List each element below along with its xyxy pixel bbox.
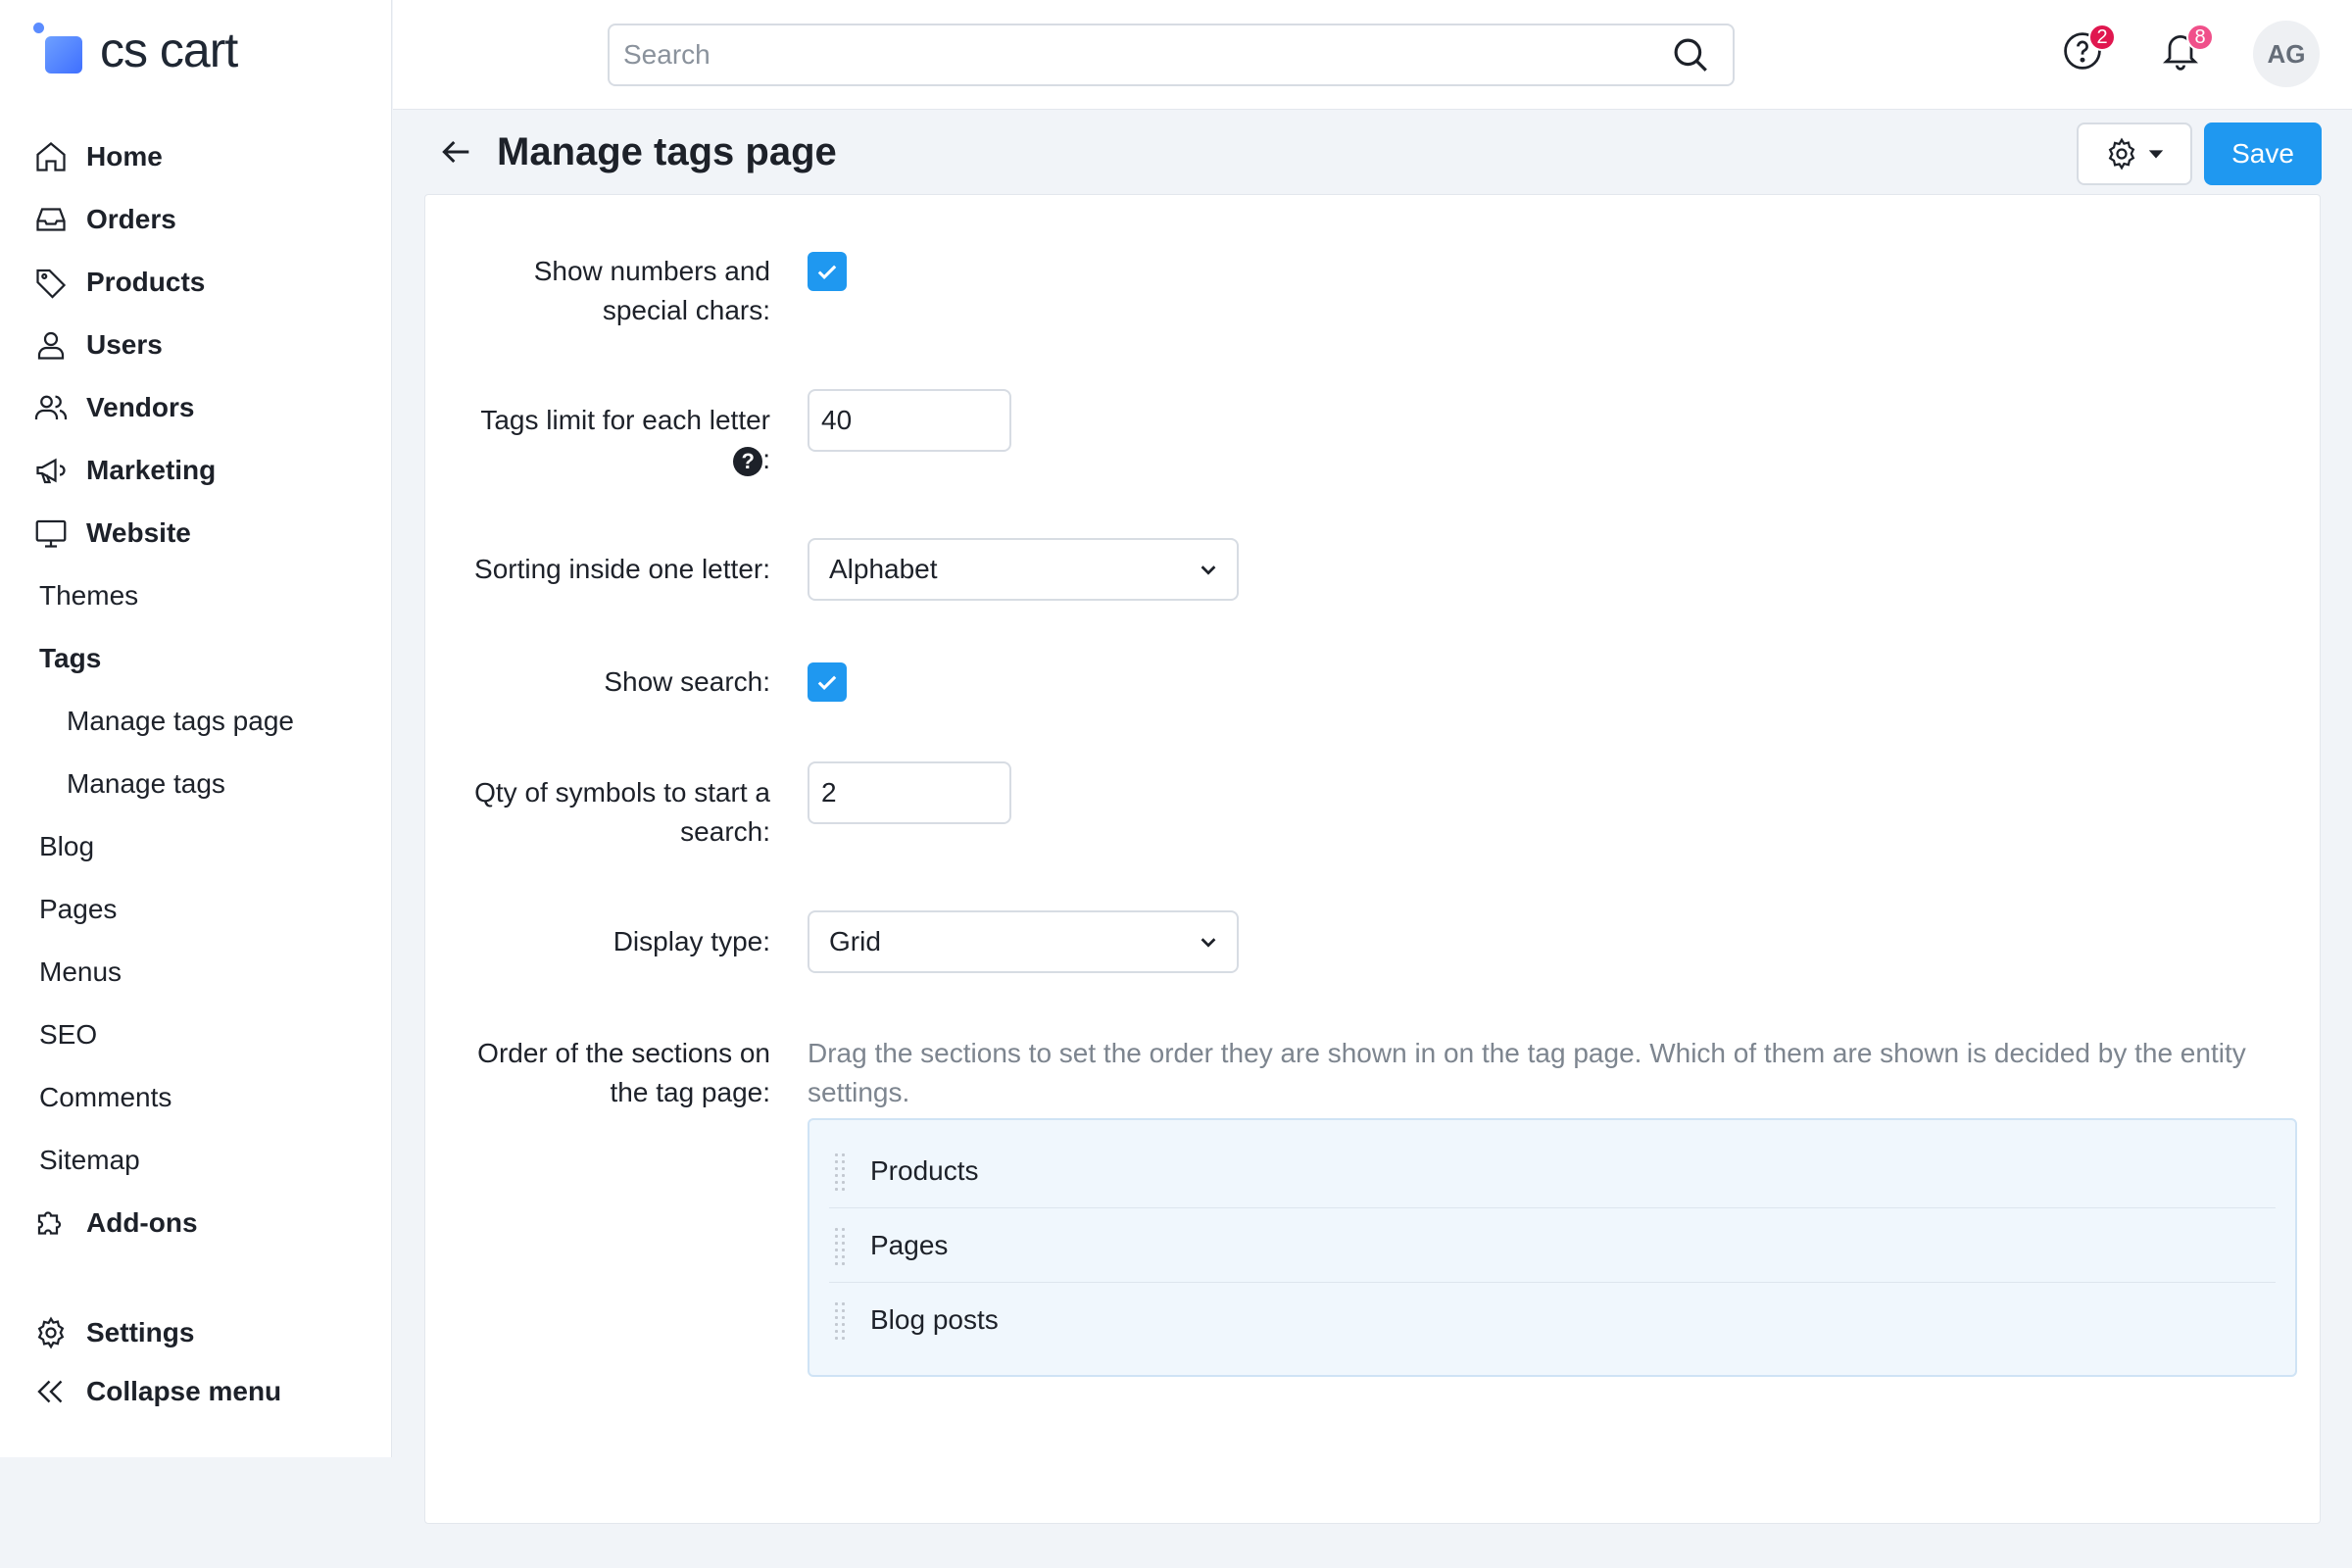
sidebar-item-manage-tags-page[interactable]: Manage tags page	[0, 690, 392, 753]
drag-handle-icon[interactable]	[833, 1300, 847, 1340]
sorting-label: Sorting inside one letter:	[474, 554, 770, 584]
sidebar-item-menus[interactable]: Menus	[0, 941, 392, 1004]
sidebar-item-label: Products	[86, 267, 206, 297]
tags-limit-label: Tags limit for each letter ?:	[480, 405, 770, 476]
megaphone-icon	[33, 453, 69, 488]
check-icon	[817, 675, 837, 690]
sidebar-item-sitemap[interactable]: Sitemap	[0, 1129, 392, 1192]
sidebar-item-label: Vendors	[86, 392, 195, 422]
sidebar-item-pages[interactable]: Pages	[0, 878, 392, 941]
check-icon	[817, 265, 837, 279]
tag-icon	[33, 265, 69, 300]
chevron-down-icon	[1200, 938, 1216, 948]
sidebar-item-label: Home	[86, 141, 163, 172]
notifications-badge: 8	[2186, 24, 2214, 51]
display-type-select[interactable]: Grid	[808, 910, 1239, 973]
main-nav: Home Orders Products Users Vendors Marke…	[0, 125, 392, 1254]
users-icon	[33, 390, 69, 425]
sidebar-footer: Settings Collapse menu	[0, 1303, 392, 1421]
sidebar-item-addons[interactable]: Add-ons	[0, 1192, 392, 1254]
list-item[interactable]: Pages	[829, 1208, 2276, 1283]
sidebar-item-website[interactable]: Website	[0, 502, 392, 564]
inbox-icon	[33, 202, 69, 237]
collapse-menu-button[interactable]: Collapse menu	[0, 1362, 392, 1421]
double-chevron-left-icon	[33, 1374, 69, 1409]
sidebar-item-vendors[interactable]: Vendors	[0, 376, 392, 439]
sections-order-hint: Drag the sections to set the order they …	[808, 1038, 2246, 1107]
gear-icon	[2108, 137, 2135, 171]
sidebar-item-blog[interactable]: Blog	[0, 815, 392, 878]
search-box	[608, 24, 1735, 86]
show-search-label: Show search:	[604, 666, 770, 697]
sorting-select[interactable]: Alphabet	[808, 538, 1239, 601]
show-numbers-checkbox[interactable]	[808, 252, 847, 291]
sidebar-item-tags[interactable]: Tags	[0, 627, 392, 690]
caret-down-icon	[2148, 150, 2164, 159]
list-item[interactable]: Blog posts	[829, 1283, 2276, 1357]
sidebar-item-comments[interactable]: Comments	[0, 1066, 392, 1129]
qty-symbols-label: Qty of symbols to start a search:	[474, 777, 770, 847]
arrow-left-icon[interactable]	[436, 132, 475, 172]
puzzle-icon	[33, 1205, 69, 1241]
sidebar-item-label: Add-ons	[86, 1207, 198, 1238]
display-type-label: Display type:	[612, 926, 770, 956]
help-badge: 2	[2088, 24, 2116, 51]
user-icon	[33, 327, 69, 363]
logo-mark-icon	[33, 23, 88, 77]
topbar: 2 8 AG	[393, 0, 2352, 110]
sidebar-item-themes[interactable]: Themes	[0, 564, 392, 627]
sidebar-item-manage-tags[interactable]: Manage tags	[0, 753, 392, 815]
sidebar-item-marketing[interactable]: Marketing	[0, 439, 392, 502]
logo-text: cs cart	[100, 23, 238, 77]
sidebar: cs cart Home Orders Products Users Vendo…	[0, 0, 392, 1457]
page-title: Manage tags page	[497, 130, 837, 173]
tags-limit-input[interactable]	[808, 389, 1011, 452]
sortable-sections-list: Products Pages Blog posts	[808, 1118, 2297, 1377]
sidebar-item-label: Settings	[86, 1317, 195, 1348]
page-header: Manage tags page Save	[393, 111, 2352, 193]
sidebar-item-label: Orders	[86, 204, 176, 234]
sidebar-item-label: Users	[86, 329, 163, 360]
sidebar-item-users[interactable]: Users	[0, 314, 392, 376]
sidebar-item-orders[interactable]: Orders	[0, 188, 392, 251]
monitor-icon	[33, 515, 69, 551]
sidebar-item-home[interactable]: Home	[0, 125, 392, 188]
drag-handle-icon[interactable]	[833, 1225, 847, 1265]
save-button[interactable]: Save	[2204, 122, 2322, 185]
avatar[interactable]: AG	[2253, 21, 2320, 87]
sidebar-item-label: Website	[86, 517, 191, 548]
notifications-button[interactable]: 8	[2159, 24, 2214, 76]
show-search-checkbox[interactable]	[808, 662, 847, 702]
sections-order-label: Order of the sections on the tag page:	[477, 1038, 770, 1107]
list-item[interactable]: Products	[829, 1134, 2276, 1208]
sidebar-item-label: Marketing	[86, 455, 217, 485]
sidebar-item-settings[interactable]: Settings	[0, 1303, 392, 1362]
sidebar-item-seo[interactable]: SEO	[0, 1004, 392, 1066]
settings-dropdown-button[interactable]	[2077, 122, 2192, 185]
help-icon[interactable]: ?	[733, 446, 763, 476]
qty-symbols-input[interactable]	[808, 761, 1011, 824]
sidebar-item-products[interactable]: Products	[0, 251, 392, 314]
sidebar-item-label: Collapse menu	[86, 1376, 282, 1406]
chevron-down-icon	[1200, 565, 1216, 575]
search-input[interactable]	[623, 39, 1670, 71]
logo[interactable]: cs cart	[33, 22, 238, 78]
search-icon[interactable]	[1670, 34, 1711, 75]
drag-handle-icon[interactable]	[833, 1151, 847, 1191]
settings-panel: Show numbers and special chars: Tags lim…	[424, 194, 2321, 1524]
show-numbers-label: Show numbers and special chars:	[533, 256, 770, 325]
help-button[interactable]: 2	[2061, 24, 2116, 76]
home-icon	[33, 139, 69, 174]
gear-icon	[33, 1315, 69, 1350]
